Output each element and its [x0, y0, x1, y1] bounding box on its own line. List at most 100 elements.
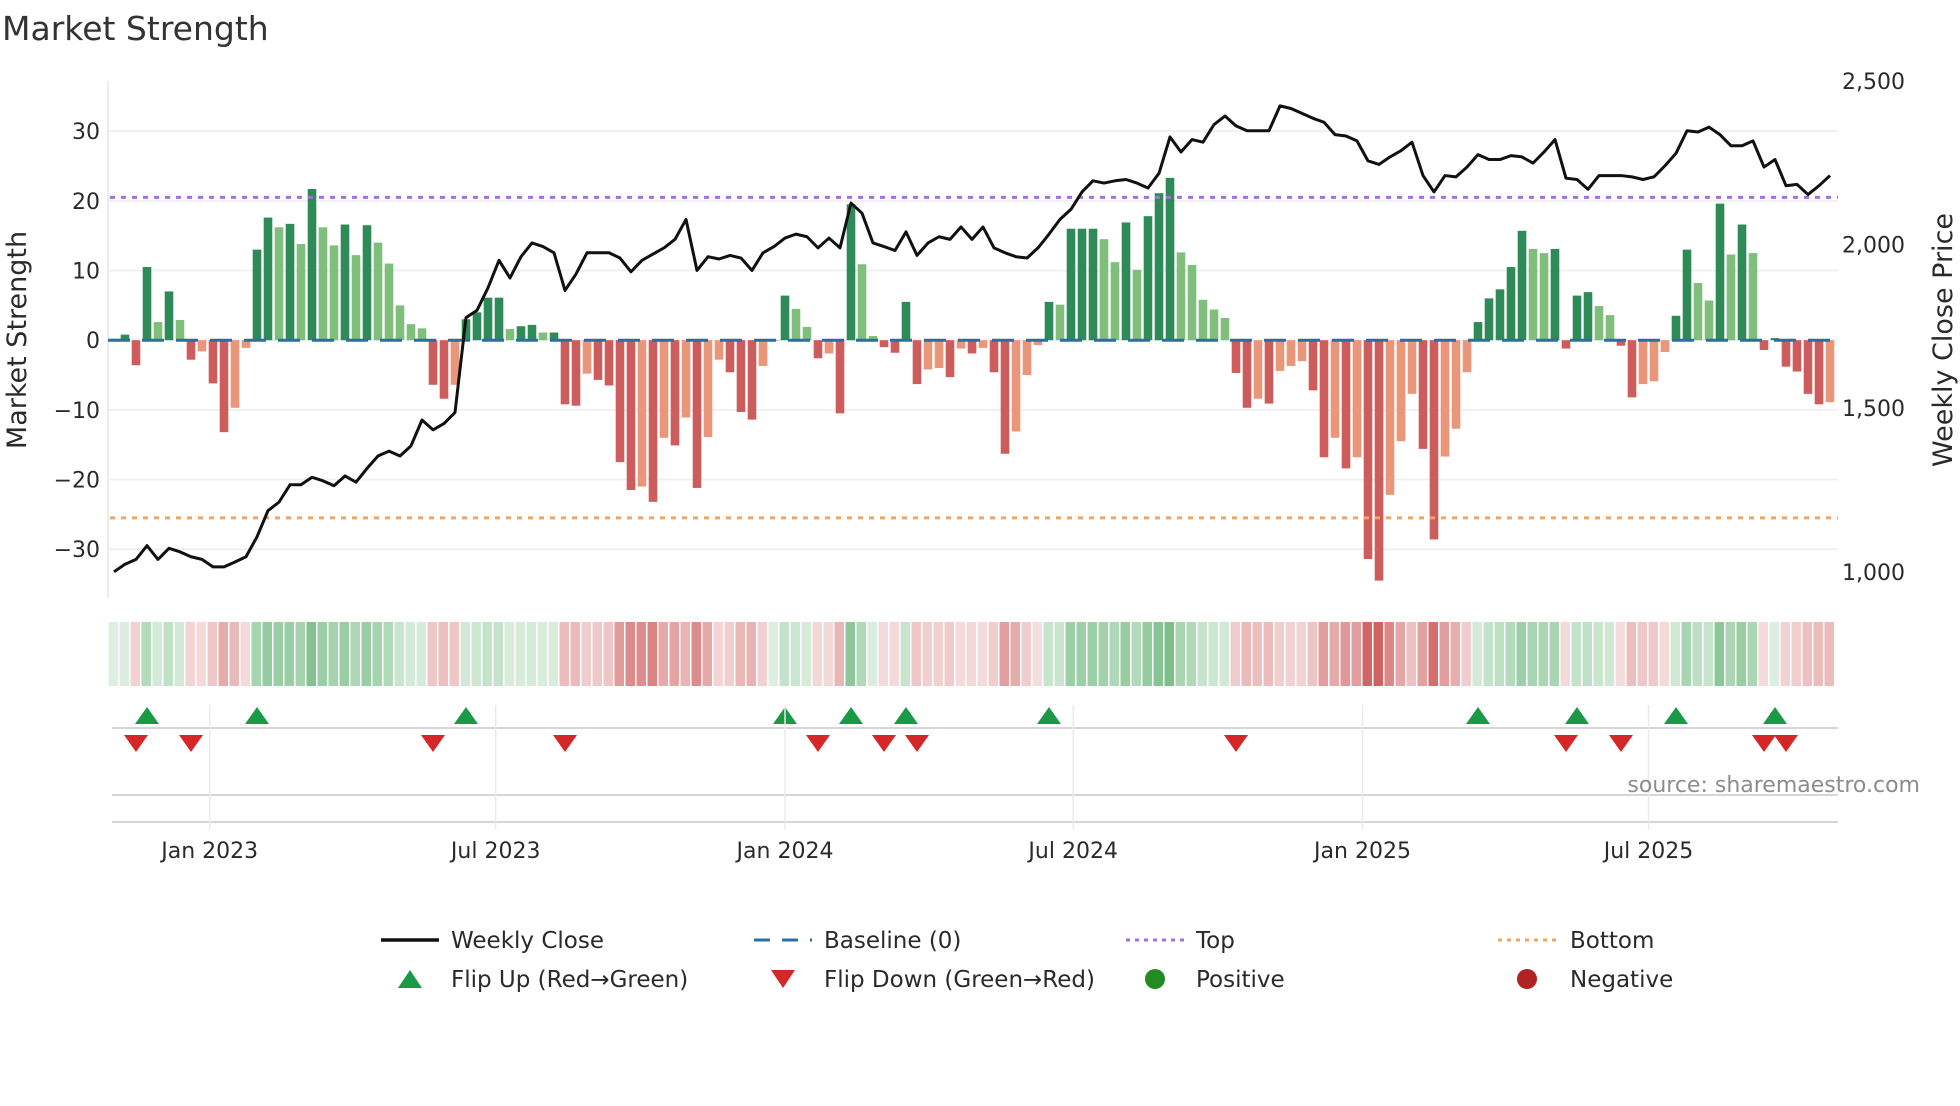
heatmap-cell: [163, 622, 173, 686]
heatmap-cell: [1406, 622, 1416, 686]
strength-bar: [1209, 309, 1219, 341]
heatmap-cell: [1219, 622, 1229, 686]
y-tick-label: 10: [72, 260, 100, 285]
strength-bar: [516, 326, 526, 341]
strength-bar: [1055, 304, 1065, 341]
heatmap-cell: [1549, 622, 1559, 686]
strength-bar: [1726, 254, 1736, 341]
heatmap-cell: [988, 622, 998, 686]
heatmap-cell: [658, 622, 668, 686]
heatmap-cell: [262, 622, 272, 686]
strength-bar: [1550, 248, 1560, 341]
y-tick-label: −10: [54, 399, 100, 424]
heatmap-cell: [955, 622, 965, 686]
heatmap-cell: [273, 622, 283, 686]
legend-item: Negative: [1517, 967, 1673, 993]
heatmap-cell: [977, 622, 987, 686]
strength-bar: [681, 340, 691, 418]
strength-bar: [725, 340, 735, 373]
strength-bar: [395, 305, 405, 341]
heatmap-cell: [702, 622, 712, 686]
heatmap-cell: [1307, 622, 1317, 686]
strength-bar: [406, 324, 416, 341]
heatmap-cell: [856, 622, 866, 686]
heatmap-cell: [1318, 622, 1328, 686]
strength-bar: [1264, 340, 1274, 404]
legend-label: Bottom: [1570, 928, 1654, 954]
heatmap-cell: [614, 622, 624, 686]
heatmap-cell: [1571, 622, 1581, 686]
heatmap-cell: [1054, 622, 1064, 686]
x-tick-label: Jan 2025: [1312, 839, 1411, 864]
legend-label: Baseline (0): [824, 928, 961, 954]
strength-bar: [1363, 340, 1373, 559]
strength-bar: [1682, 249, 1692, 341]
strength-bar: [1462, 340, 1472, 373]
strength-bar: [1132, 269, 1142, 341]
heatmap-cell: [1747, 622, 1757, 686]
heatmap-cell: [449, 622, 459, 686]
strength-bar: [1594, 306, 1604, 341]
strength-bar: [1198, 299, 1208, 341]
heatmap-cell: [1142, 622, 1152, 686]
heatmap-cell: [141, 622, 151, 686]
strength-bar: [1748, 253, 1758, 341]
heatmap-cell: [229, 622, 239, 686]
legend-triangle-up-icon: [398, 970, 422, 988]
strength-bar: [1297, 340, 1307, 362]
heatmap-cell: [1461, 622, 1471, 686]
flip-down-marker: [124, 735, 148, 752]
heatmap-cell: [1263, 622, 1273, 686]
strength-bar: [1638, 340, 1648, 385]
heatmap-cell: [1395, 622, 1405, 686]
heatmap-cell: [1769, 622, 1779, 686]
heatmap-cell: [1131, 622, 1141, 686]
strength-bar: [527, 324, 537, 341]
heatmap-cell: [328, 622, 338, 686]
heatmap-cell: [1714, 622, 1724, 686]
heatmap-cell: [1516, 622, 1526, 686]
strength-bar: [1781, 340, 1791, 367]
strength-bar: [670, 340, 680, 446]
strength-bar: [274, 227, 284, 341]
heatmap-cell: [768, 622, 778, 686]
strength-bar: [230, 340, 240, 408]
strength-bar: [780, 295, 790, 341]
strength-bar: [1407, 340, 1417, 394]
heatmap-cell: [1791, 622, 1801, 686]
heatmap-cell: [152, 622, 162, 686]
legend-circle-icon: [1517, 969, 1537, 989]
strength-bar: [1165, 177, 1175, 341]
chart-title: Market Strength: [2, 9, 269, 48]
heatmap-cell: [625, 622, 635, 686]
x-tick-label: Jan 2024: [735, 839, 834, 864]
strength-bar: [703, 340, 713, 438]
heatmap-cell: [218, 622, 228, 686]
legend-label: Negative: [1570, 967, 1673, 993]
heatmap-cell: [1527, 622, 1537, 686]
heatmap-cell: [746, 622, 756, 686]
heatmap-cell: [1593, 622, 1603, 686]
strength-bar: [1825, 340, 1835, 403]
legend-label: Weekly Close: [451, 928, 604, 954]
flip-markers: [112, 707, 1838, 823]
heatmap-cell: [1692, 622, 1702, 686]
heatmap-cell: [1197, 622, 1207, 686]
strength-bar: [1330, 340, 1340, 438]
x-tick-label: Jan 2023: [159, 839, 258, 864]
heatmap-cell: [1802, 622, 1812, 686]
heatmap-cell: [1824, 622, 1834, 686]
strength-bar: [417, 328, 427, 341]
heatmap-cell: [493, 622, 503, 686]
strength-bar: [1396, 340, 1406, 442]
heatmap-cell: [1296, 622, 1306, 686]
strength-bar: [1451, 340, 1461, 429]
strength-bar: [846, 204, 856, 341]
y2-tick-label: 1,000: [1842, 561, 1905, 586]
heatmap-cell: [1373, 622, 1383, 686]
heatmap-cell: [581, 622, 591, 686]
heatmap-cell: [174, 622, 184, 686]
strength-bar: [197, 340, 207, 352]
strength-bar: [351, 255, 361, 341]
strength-bar: [1319, 340, 1329, 458]
